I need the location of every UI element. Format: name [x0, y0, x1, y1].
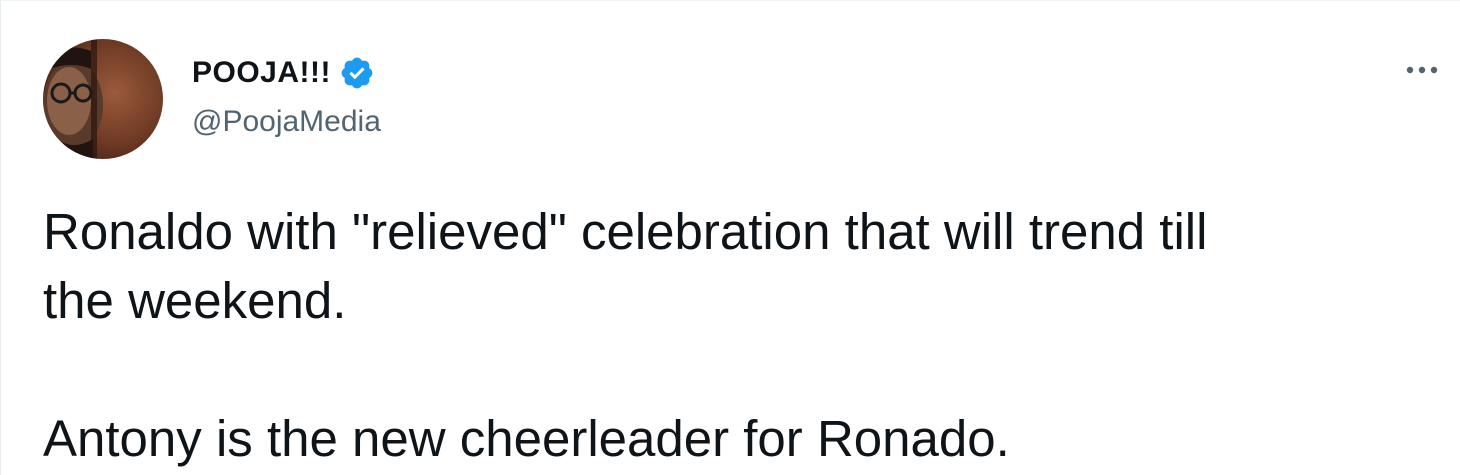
tweet-line: Ronaldo with "relieved" celebration that…: [43, 203, 1208, 260]
tweet-card: POOJA!!! @PoojaMedia Ronaldo with "relie…: [0, 0, 1460, 475]
tweet-text: Ronaldo with "relieved" celebration that…: [43, 197, 1423, 473]
avatar-image: [43, 39, 163, 159]
more-horizontal-icon: [1406, 66, 1438, 74]
tweet-paragraph-2: Antony is the new cheerleader for Ronado…: [43, 410, 1010, 467]
verified-badge-icon: [339, 55, 375, 91]
author-handle[interactable]: @PoojaMedia: [192, 105, 381, 139]
tweet-line: the weekend.: [43, 272, 347, 329]
user-avatar[interactable]: [43, 39, 163, 159]
more-options-button[interactable]: [1402, 55, 1442, 85]
tweet-paragraph-1: Ronaldo with "relieved" celebration that…: [43, 197, 1423, 335]
author-name-row[interactable]: POOJA!!!: [192, 53, 375, 93]
display-name[interactable]: POOJA!!!: [192, 56, 331, 90]
